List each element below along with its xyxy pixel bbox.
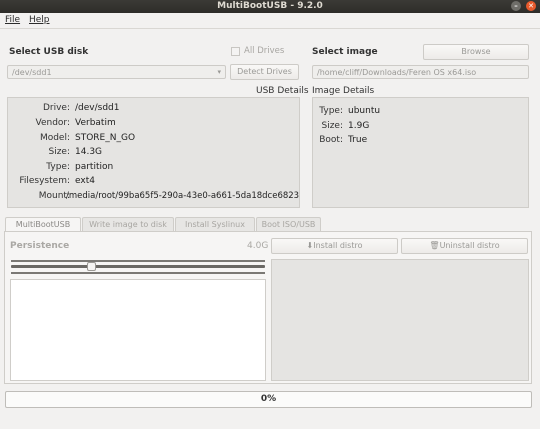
all-drives-label: All Drives [244, 46, 285, 56]
image-section-title: Select image [312, 47, 378, 57]
image-detail-key: Type: [319, 106, 343, 116]
image-path-field[interactable]: /home/cliff/Downloads/Feren OS x64.iso [312, 65, 529, 79]
browse-button[interactable]: Browse [423, 44, 529, 60]
image-detail-value: True [348, 135, 368, 145]
usb-disk-select[interactable]: /dev/sdd1 ▾ [7, 65, 226, 79]
usb-detail-key: Filesystem: [19, 176, 70, 186]
slider-handle[interactable] [87, 262, 96, 271]
minimize-icon[interactable]: – [511, 1, 521, 11]
usb-detail-key: Mount: [38, 191, 70, 201]
usb-detail-value: STORE_N_GO [75, 133, 136, 143]
image-detail-value: ubuntu [348, 106, 381, 116]
window-title: MultiBootUSB - 9.2.0 [217, 1, 323, 11]
image-detail-key: Size: [321, 121, 343, 131]
usb-detail-value: ext4 [75, 176, 95, 186]
detect-drives-button[interactable]: Detect Drives [230, 64, 299, 80]
usb-detail-key: Type: [46, 162, 70, 172]
distro-list[interactable] [10, 279, 266, 381]
all-drives-checkbox[interactable]: All Drives [231, 46, 284, 56]
progress-label: 0% [260, 394, 277, 404]
usb-detail-key: Vendor: [35, 118, 71, 128]
usb-detail-value: /dev/sdd1 [75, 103, 120, 113]
uninstall-distro-label: Uninstall distro [439, 241, 500, 250]
persistence-slider[interactable] [11, 260, 265, 274]
window-controls: – ✕ [511, 1, 536, 11]
usb-details-panel: Drive: /dev/sdd1 Vendor: Verbatim Model: ST… [7, 97, 300, 208]
usb-detail-value: 14.3G [75, 147, 103, 157]
install-distro-button[interactable]: ⬇Install distro [271, 238, 398, 254]
tab-boot-iso-usb[interactable]: Boot ISO/USB [256, 217, 321, 232]
trash-icon: 🗑 [429, 241, 440, 250]
image-details-title: Image Details [312, 86, 375, 96]
checkbox-box[interactable] [231, 46, 240, 56]
menu-bar: File Help [0, 13, 540, 29]
usb-section-title: Select USB disk [9, 47, 89, 57]
progress-bar: 0% [5, 391, 532, 408]
usb-detail-key: Model: [39, 133, 70, 143]
install-distro-label: Install distro [313, 241, 363, 250]
menu-file[interactable]: File [5, 15, 20, 25]
multiboot-tab-panel: Persistence 4.0G ⬇Install distro 🗑Uninst… [4, 231, 532, 384]
image-detail-value: 1.9G [348, 121, 370, 131]
usb-detail-value: /media/root/99ba65f5-290a-43e0-a661-5da1… [66, 191, 300, 201]
uninstall-distro-button[interactable]: 🗑Uninstall distro [401, 238, 528, 254]
window-titlebar: MultiBootUSB - 9.2.0 – ✕ [0, 0, 540, 13]
image-details-panel: Type: ubuntu Size: 1.9G Boot: True [312, 97, 529, 208]
usb-detail-value: Verbatim [75, 118, 116, 128]
tab-multibootusb[interactable]: MultiBootUSB [5, 217, 81, 232]
tab-write-image[interactable]: Write image to disk [82, 217, 174, 232]
usb-details-title: USB Details [256, 86, 309, 96]
slider-tick-top [11, 260, 265, 262]
close-icon[interactable]: ✕ [526, 1, 536, 11]
persistence-label: Persistence [10, 241, 70, 251]
chevron-down-icon: ▾ [217, 68, 221, 76]
tab-install-syslinux[interactable]: Install Syslinux [175, 217, 255, 232]
usb-detail-key: Drive: [42, 103, 70, 113]
slider-track [11, 265, 265, 268]
usb-detail-value: partition [75, 162, 114, 172]
slider-tick-bottom [11, 272, 265, 274]
usb-detail-key: Size: [48, 147, 70, 157]
menu-help[interactable]: Help [29, 15, 50, 25]
distro-details-panel [271, 259, 529, 381]
image-detail-key: Boot: [319, 135, 343, 145]
persistence-size: 4.0G [247, 241, 269, 251]
usb-disk-value: /dev/sdd1 [12, 68, 52, 77]
